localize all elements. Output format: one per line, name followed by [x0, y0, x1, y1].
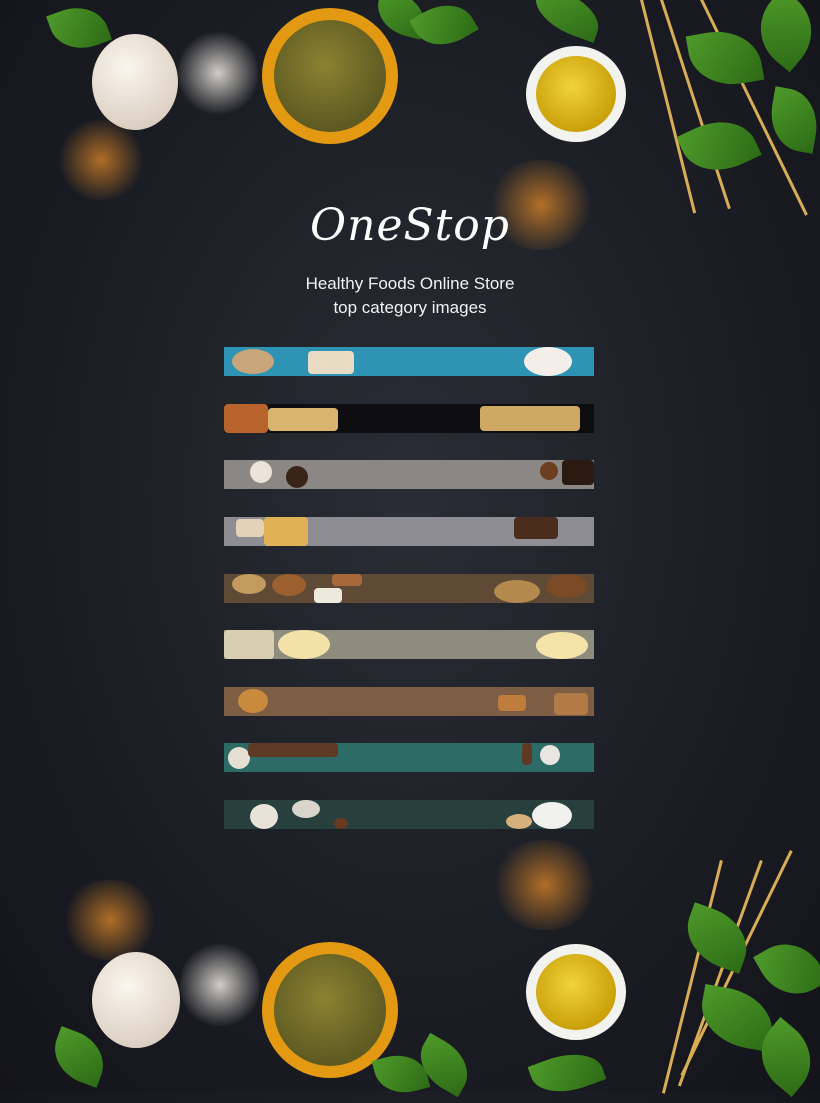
croissant-image: [238, 689, 268, 713]
snack-tray-image: [308, 351, 354, 374]
nuts-bowl-image: [232, 574, 266, 594]
popcorn-bowl-image: [536, 632, 588, 659]
pesto-bowl-icon: [262, 8, 398, 144]
category-strip-4[interactable]: [224, 517, 594, 546]
spice-pile-icon: [60, 880, 160, 960]
candy-dish-image: [540, 745, 560, 765]
basil-leaf-icon: [527, 1043, 607, 1103]
bread-image: [554, 693, 588, 715]
spice-pile-icon: [490, 840, 600, 930]
subtitle-line-2: top category images: [333, 298, 487, 317]
chocolate-image: [562, 460, 594, 485]
garlic-icon: [92, 952, 180, 1048]
chocolate-bar-image: [248, 743, 338, 757]
cookie-image: [540, 462, 558, 480]
basil-leaf-icon: [527, 0, 607, 43]
spice-pile-icon: [56, 120, 146, 200]
chocolate-ball-image: [286, 466, 308, 488]
apple-slice-image: [236, 519, 264, 537]
flour-pile-icon: [178, 28, 258, 118]
category-strip-3[interactable]: [224, 460, 594, 489]
chocolate-bar-image: [514, 517, 558, 539]
biscuits-image: [506, 814, 532, 829]
olive-oil-dish-icon: [526, 944, 626, 1040]
garlic-icon: [92, 34, 178, 130]
almonds-image: [272, 574, 306, 596]
granola-bar-image: [264, 517, 308, 546]
tea-cup-image: [250, 804, 278, 829]
category-strip-7[interactable]: [224, 687, 594, 716]
almonds-image: [332, 574, 362, 586]
cookies-image: [232, 349, 274, 374]
popcorn-image: [224, 630, 274, 659]
category-strip-8[interactable]: [224, 743, 594, 772]
category-strip-9[interactable]: [224, 800, 594, 829]
basil-leaf-icon: [45, 1026, 113, 1088]
basil-leaf-icon: [677, 902, 757, 974]
dish-image: [314, 588, 342, 603]
chocolate-bar-image: [522, 743, 532, 765]
candies-image: [228, 747, 250, 769]
olive-oil-dish-icon: [526, 46, 626, 142]
subtitle: Healthy Foods Online Store top category …: [0, 272, 820, 320]
basil-leaf-icon: [685, 24, 765, 92]
chips-image: [480, 406, 580, 431]
brand-logo: OneStop: [310, 200, 510, 251]
chips-bag-image: [224, 404, 268, 433]
hazelnuts-image: [546, 574, 588, 598]
bread-roll-image: [498, 695, 526, 711]
star-anise-image: [334, 818, 348, 829]
teapot-image: [532, 802, 572, 829]
chocolate-cookie-image: [250, 461, 272, 483]
chips-image: [268, 408, 338, 431]
basil-leaf-icon: [753, 930, 820, 1008]
flour-pile-icon: [180, 940, 260, 1030]
popcorn-bowl-image: [278, 630, 330, 659]
spaghetti-icon: [640, 0, 697, 214]
category-strip-6[interactable]: [224, 630, 594, 659]
coffee-cup-image: [524, 347, 572, 376]
category-strip-1[interactable]: [224, 347, 594, 376]
category-strip-2[interactable]: [224, 404, 594, 433]
coffee-beans-image: [292, 800, 320, 818]
pesto-bowl-icon: [262, 942, 398, 1078]
subtitle-line-1: Healthy Foods Online Store: [305, 274, 515, 293]
nuts-bowl-image: [494, 580, 540, 603]
spaghetti-icon: [661, 860, 723, 1094]
category-strip-5[interactable]: [224, 574, 594, 603]
